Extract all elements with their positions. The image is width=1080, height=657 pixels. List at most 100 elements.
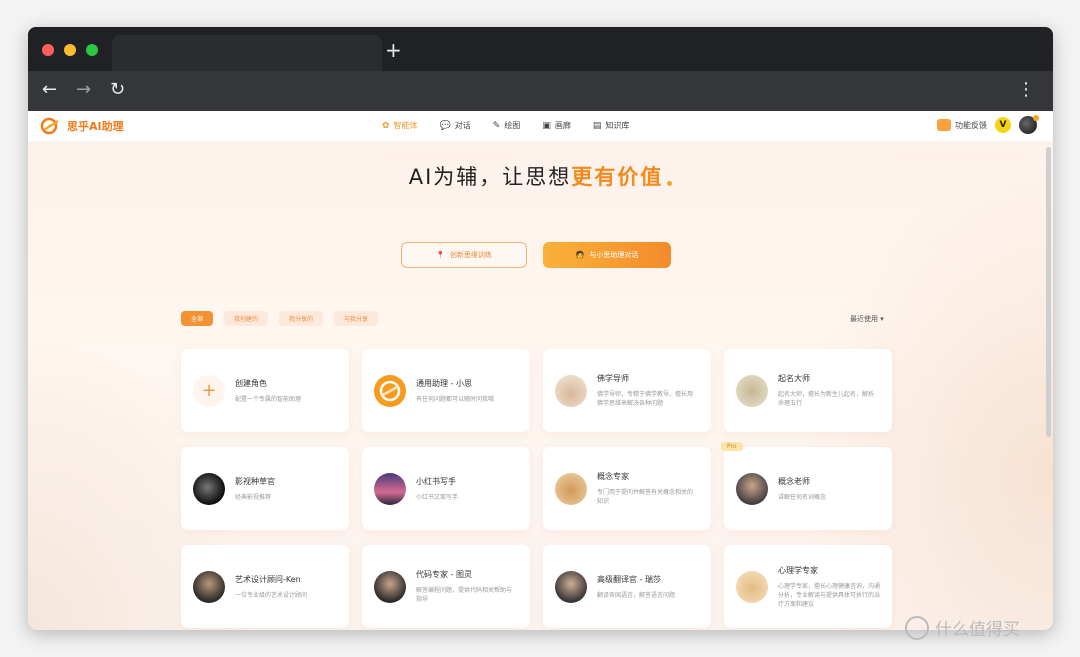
creative-training-label: 创新思维训练 [449, 251, 492, 259]
card-title: 佛学导师 [597, 374, 629, 383]
back-icon[interactable]: ← [42, 80, 57, 100]
agent-card[interactable]: 佛学导师佛学导师，专精于佛学教导，擅长用佛学思维来解决各种问题 [543, 349, 711, 432]
card-desc: 经典影视推荐 [235, 493, 272, 501]
browser-window: + ← → ↻ ⋮ 思乎AI助理 ✿ 智能体 💬 对话 ✎ 绘图 ▣ 画廊 ▤ … [28, 27, 1053, 630]
close-window-button[interactable] [42, 44, 54, 56]
browser-menu-icon[interactable]: ⋮ [1017, 81, 1035, 99]
nav-item-gallery[interactable]: ▣ 画廊 [542, 120, 571, 131]
sort-dropdown[interactable]: 最近使用 ▾ [850, 314, 884, 324]
new-tab-icon[interactable]: + [385, 40, 402, 60]
chip-shared-with-me[interactable]: 与我分享 [334, 311, 379, 326]
card-desc: 翻译各国语言，解答语言问题 [597, 591, 676, 599]
minimize-window-button[interactable] [64, 44, 76, 56]
nav-item-agents[interactable]: ✿ 智能体 [382, 120, 418, 131]
naming-master-avatar-icon [736, 374, 768, 407]
film-avatar-icon [193, 472, 225, 505]
card-title: 小红书写手 [416, 476, 456, 486]
card-title: 通用助理 - 小思 [416, 378, 472, 388]
plus-icon: + [193, 374, 225, 407]
agent-card[interactable]: 小红书写手小红书文案写手 [362, 447, 530, 530]
page-scrollbar[interactable] [1046, 147, 1051, 437]
watermark: 什么值得买 [905, 615, 1020, 640]
art-consultant-avatar-icon [193, 570, 225, 603]
browser-toolbar: ← → ↻ ⋮ [28, 71, 1053, 111]
nav-item-label: 绘图 [504, 121, 521, 130]
feedback-button[interactable]: 功能反馈 [937, 119, 987, 131]
nav-item-label: 知识库 [605, 121, 630, 130]
chip-created[interactable]: 我创建的 [224, 311, 269, 326]
watermark-logo-icon [905, 615, 929, 640]
user-avatar[interactable] [1019, 115, 1039, 134]
chat-icon: 💬 [439, 120, 451, 131]
hero-title-prefix: AI为辅，让思想 [408, 165, 572, 189]
reload-icon[interactable]: ↻ [110, 80, 125, 100]
card-desc: 解答编程问题，提供代码相关帮助与指导 [416, 587, 513, 603]
logo-text: 思乎AI助理 [67, 120, 124, 133]
card-title: 起名大师 [778, 374, 810, 383]
card-desc: 起名大师，擅长为新生儿起名，解析命理五行 [778, 391, 875, 407]
code-expert-avatar-icon [374, 570, 406, 603]
pen-icon: ✎ [492, 120, 501, 131]
browser-tab[interactable] [112, 35, 382, 71]
chip-all[interactable]: 全部 [181, 311, 214, 326]
nav-item-draw[interactable]: ✎ 绘图 [493, 120, 521, 131]
feedback-icon [937, 119, 951, 131]
chip-shared-by-me[interactable]: 我分享的 [279, 311, 324, 326]
card-title: 高级翻译官 - 瑞莎 [597, 574, 661, 584]
card-title: 创建角色 [235, 378, 267, 388]
chat-with-assistant-button[interactable]: 🧑 与小思助理对话 [543, 242, 671, 268]
watermark-text: 什么值得买 [935, 620, 1020, 640]
card-desc: 佛学导师，专精于佛学教导，擅长用佛学思维来解决各种问题 [597, 391, 694, 407]
agent-card[interactable]: 心理学专家 心理学专家，擅长心理健康咨询，沟通分析，专业解读与提供具体可执行的治疗… [724, 545, 892, 628]
nav-item-label: 画廊 [554, 121, 571, 130]
buddha-teacher-avatar-icon [555, 374, 587, 407]
nav-item-chat[interactable]: 💬 对话 [440, 120, 471, 131]
translator-avatar-icon [555, 570, 587, 603]
agent-card[interactable]: + 创建角色 配置一个专属的智能助理 [181, 349, 349, 432]
agent-card[interactable]: 代码专家 - 图灵解答编程问题，提供代码相关帮助与指导 [362, 545, 530, 628]
hero-dot [667, 181, 673, 186]
hero-title: AI为辅，让思想更有价值 [28, 161, 1053, 191]
agent-card[interactable]: 艺术设计顾问-Ken 一位专业级的艺术设计顾问 [181, 545, 349, 628]
agent-icon: ✿ [382, 120, 390, 131]
creative-training-button[interactable]: 📍 创新思维训练 [401, 242, 527, 268]
screenshot-frame: + ← → ↻ ⋮ 思乎AI助理 ✿ 智能体 💬 对话 ✎ 绘图 ▣ 画廊 ▤ … [0, 0, 1080, 657]
agent-card[interactable]: 影视种草官经典影视推荐 [181, 447, 349, 530]
card-title: 代码专家 - 图灵 [416, 570, 472, 579]
nav-item-label: 智能体 [393, 121, 418, 130]
agent-card[interactable]: 通用助理 - 小思有任何问题都可以随时问我哦 [362, 349, 530, 432]
agent-card[interactable]: 概念专家专门用于提问并解答有关概念相关的知识 [543, 447, 711, 530]
site-logo[interactable]: 思乎AI助理 [40, 117, 124, 135]
person-icon: 🧑 [575, 251, 585, 259]
card-desc: 有任何问题都可以随时问我哦 [416, 395, 495, 403]
tab-strip: + [28, 27, 1053, 71]
agent-grid: + 创建角色 配置一个专属的智能助理 通用助理 - 小思有任何问题都可以随时问我哦… [181, 349, 892, 630]
database-icon: ▤ [592, 120, 602, 131]
card-title: 概念专家 [597, 472, 629, 481]
concept-expert-avatar-icon [555, 472, 587, 505]
writer-avatar-icon [374, 472, 406, 505]
top-nav: 思乎AI助理 ✿ 智能体 💬 对话 ✎ 绘图 ▣ 画廊 ▤ 知识库 功能反馈 V [28, 111, 1053, 141]
feedback-label: 功能反馈 [955, 120, 987, 130]
card-desc: 一位专业级的艺术设计顾问 [235, 591, 308, 599]
window-controls [42, 44, 98, 56]
maximize-window-button[interactable] [86, 44, 98, 56]
card-desc: 专门用于提问并解答有关概念相关的知识 [597, 489, 694, 505]
pro-badge: Pro [721, 442, 743, 451]
hero-title-emphasis: 更有价值 [571, 165, 664, 189]
forward-icon[interactable]: → [76, 80, 91, 100]
agent-card[interactable]: Pro 概念老师讲解任何名词概念 [721, 442, 892, 530]
nav-item-label: 对话 [454, 121, 471, 130]
hero: AI为辅，让思想更有价值 [28, 161, 1053, 191]
nav-item-knowledge[interactable]: ▤ 知识库 [593, 120, 630, 131]
card-desc: 讲解任何名词概念 [778, 493, 827, 501]
concept-teacher-avatar-icon [736, 472, 768, 505]
card-title: 心理学专家 [778, 565, 818, 575]
card-desc: 小红书文案写手 [416, 493, 459, 501]
card-title: 影视种草官 [235, 476, 275, 486]
agent-card[interactable]: 高级翻译官 - 瑞莎翻译各国语言，解答语言问题 [543, 545, 711, 628]
vip-badge[interactable]: V [995, 117, 1011, 133]
card-title: 概念老师 [778, 476, 810, 486]
psychologist-avatar-icon [736, 570, 768, 603]
agent-card[interactable]: 起名大师起名大师，擅长为新生儿起名，解析命理五行 [724, 349, 892, 432]
